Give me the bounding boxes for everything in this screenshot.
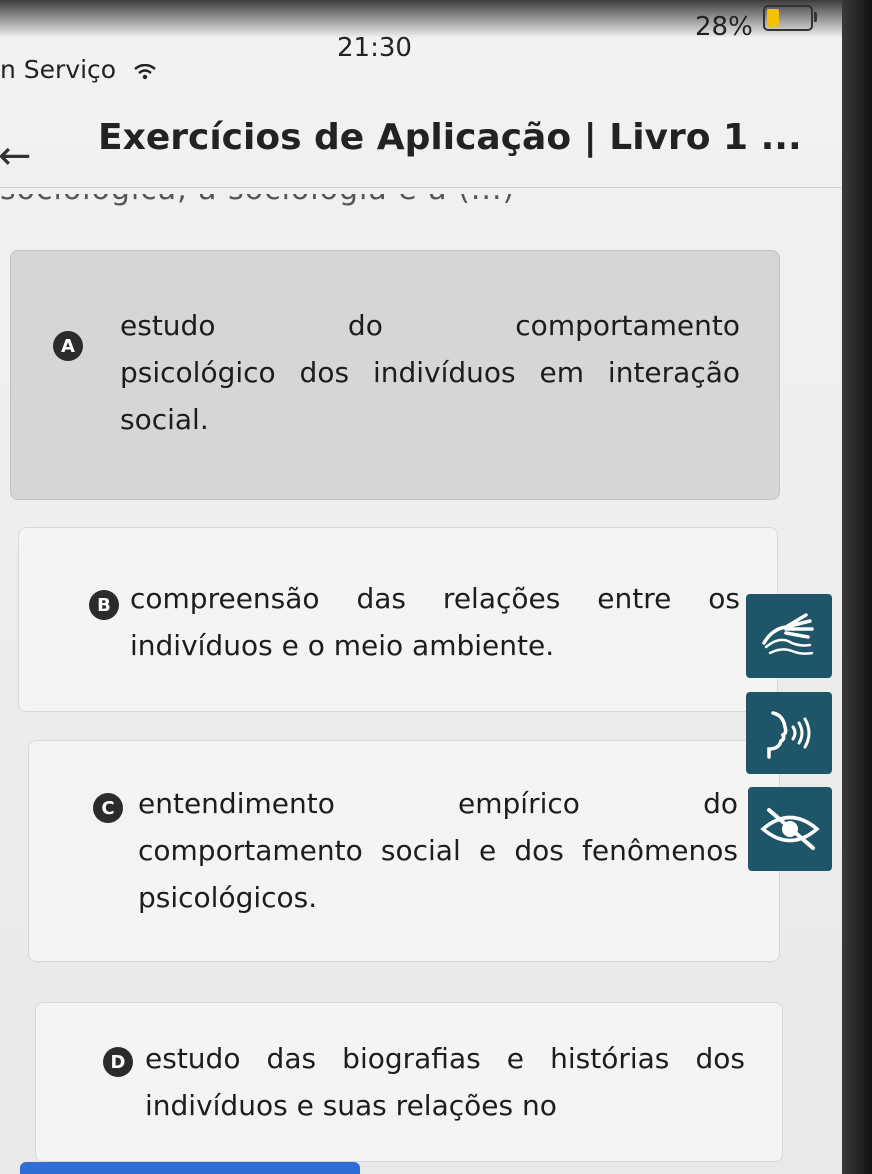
carrier-label: n Serviço	[0, 55, 117, 84]
arrow-left-icon: ←	[0, 133, 32, 179]
low-vision-eye-icon	[760, 808, 820, 850]
speaking-head-audio-icon	[767, 711, 811, 759]
battery-icon	[763, 5, 813, 31]
clock: 21:30	[337, 33, 412, 63]
option-c-badge: C	[93, 793, 123, 823]
option-a-badge: A	[53, 331, 83, 361]
option-c-text: entendimento empírico do comportamento s…	[138, 787, 738, 914]
page-title: Exercícios de Aplicação | Livro 1 ...	[98, 117, 802, 158]
option-a-text: estudo do comportamento psicológico dos …	[120, 302, 740, 443]
battery-percent: 28%	[695, 12, 753, 42]
sign-language-hands-icon	[762, 613, 814, 655]
app-screen: n Serviço 21:30 28% ← Exercícios de Apli…	[0, 0, 845, 1174]
carrier-status: n Serviço	[0, 55, 156, 84]
wifi-icon	[134, 64, 156, 80]
bottom-action-bar[interactable]	[20, 1162, 360, 1174]
battery-level-fill	[767, 9, 779, 27]
option-d-badge: D	[103, 1047, 133, 1077]
battery-tip	[814, 12, 817, 22]
option-a-text-line1: estudo do comportamento	[120, 309, 740, 342]
sign-language-button[interactable]	[746, 594, 832, 678]
option-b-text: compreensão das relações entre os indiví…	[130, 582, 740, 662]
device-bezel	[842, 0, 872, 1174]
option-a-text-rest: psicológico dos indivíduos em interação …	[120, 356, 740, 436]
question-text-cut-off: sociológica, a sociologia e a (...)	[0, 194, 560, 212]
option-d-text: estudo das biografias e histórias dos in…	[145, 1042, 745, 1122]
low-vision-button[interactable]	[748, 787, 832, 871]
back-button[interactable]: ←	[0, 133, 32, 179]
header-divider	[0, 187, 845, 188]
option-b-badge: B	[89, 590, 119, 620]
audio-button[interactable]	[746, 692, 832, 774]
